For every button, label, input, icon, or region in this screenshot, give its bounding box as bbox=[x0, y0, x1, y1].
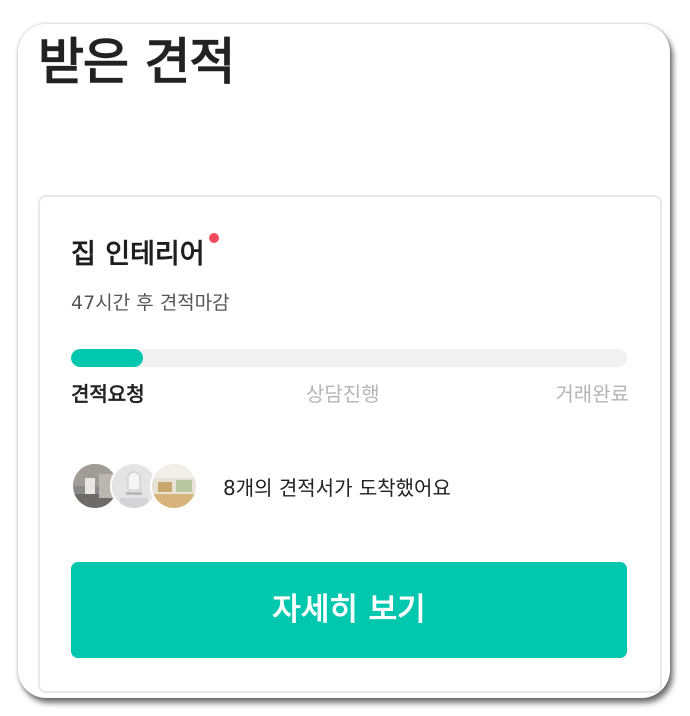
card-title: 집 인테리어 bbox=[71, 239, 205, 270]
quote-card[interactable]: 집 인테리어 47시간 후 견적마감 견적요청 상담진행 거래완료 8개의 견적… bbox=[38, 195, 662, 693]
progress-fill bbox=[71, 349, 144, 367]
new-badge-dot bbox=[208, 233, 219, 243]
partner-avatar bbox=[150, 462, 198, 510]
interior-photo-icon bbox=[152, 464, 196, 508]
card-title-wrap: 집 인테리어 bbox=[71, 233, 219, 273]
quotes-arrived-text: 8개의 견적서가 도착했어요 bbox=[223, 476, 451, 500]
partner-avatars bbox=[71, 462, 201, 512]
step-complete: 거래완료 bbox=[555, 382, 629, 406]
deadline-text: 47시간 후 견적마감 bbox=[71, 292, 230, 314]
view-details-button[interactable]: 자세히 보기 bbox=[71, 562, 627, 658]
step-request: 견적요청 bbox=[71, 382, 145, 406]
page-title: 받은 견적 bbox=[38, 33, 235, 91]
step-consulting: 상담진행 bbox=[306, 382, 380, 406]
progress-bar bbox=[71, 349, 627, 367]
quote-panel: 받은 견적 집 인테리어 47시간 후 견적마감 견적요청 상담진행 거래완료 bbox=[18, 24, 670, 698]
